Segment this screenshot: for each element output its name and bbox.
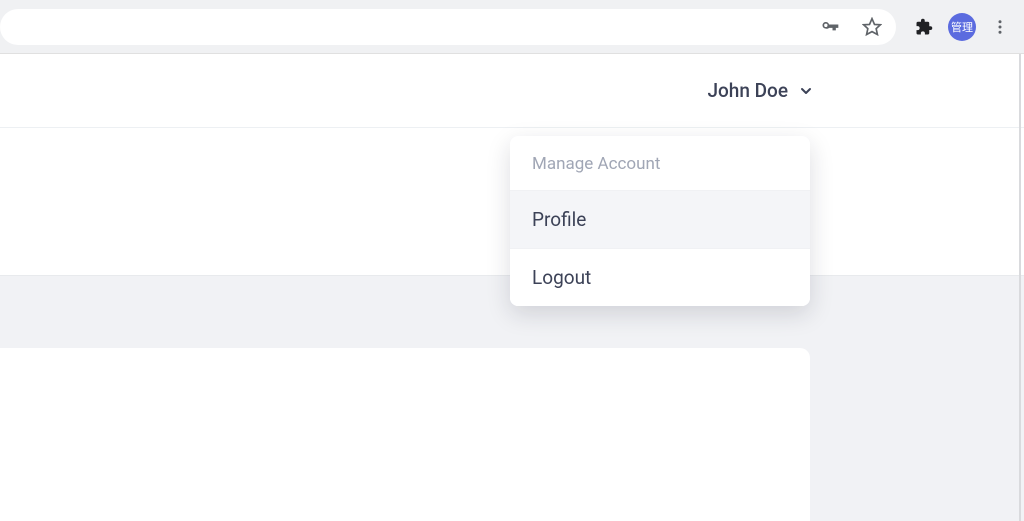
app-header: John Doe xyxy=(0,54,1024,128)
username-label: John Doe xyxy=(707,79,788,102)
dropdown-title: Manage Account xyxy=(510,136,810,191)
user-menu-trigger[interactable]: John Doe xyxy=(707,79,814,102)
dropdown-item-logout[interactable]: Logout xyxy=(510,249,810,306)
star-icon[interactable] xyxy=(858,13,886,41)
extensions-icon[interactable] xyxy=(910,13,938,41)
dropdown-item-profile[interactable]: Profile xyxy=(510,191,810,249)
key-icon[interactable] xyxy=(816,13,844,41)
user-dropdown: Manage Account Profile Logout xyxy=(510,136,810,306)
window-edge xyxy=(1019,54,1021,521)
chevron-down-icon xyxy=(798,83,814,99)
kebab-menu-icon[interactable] xyxy=(986,13,1014,41)
content-card xyxy=(0,348,810,521)
address-bar[interactable] xyxy=(0,9,896,45)
page-body: John Doe Manage Account Profile Logout xyxy=(0,54,1024,521)
profile-avatar[interactable]: 管理 xyxy=(948,13,976,41)
browser-toolbar: 管理 xyxy=(0,0,1024,54)
